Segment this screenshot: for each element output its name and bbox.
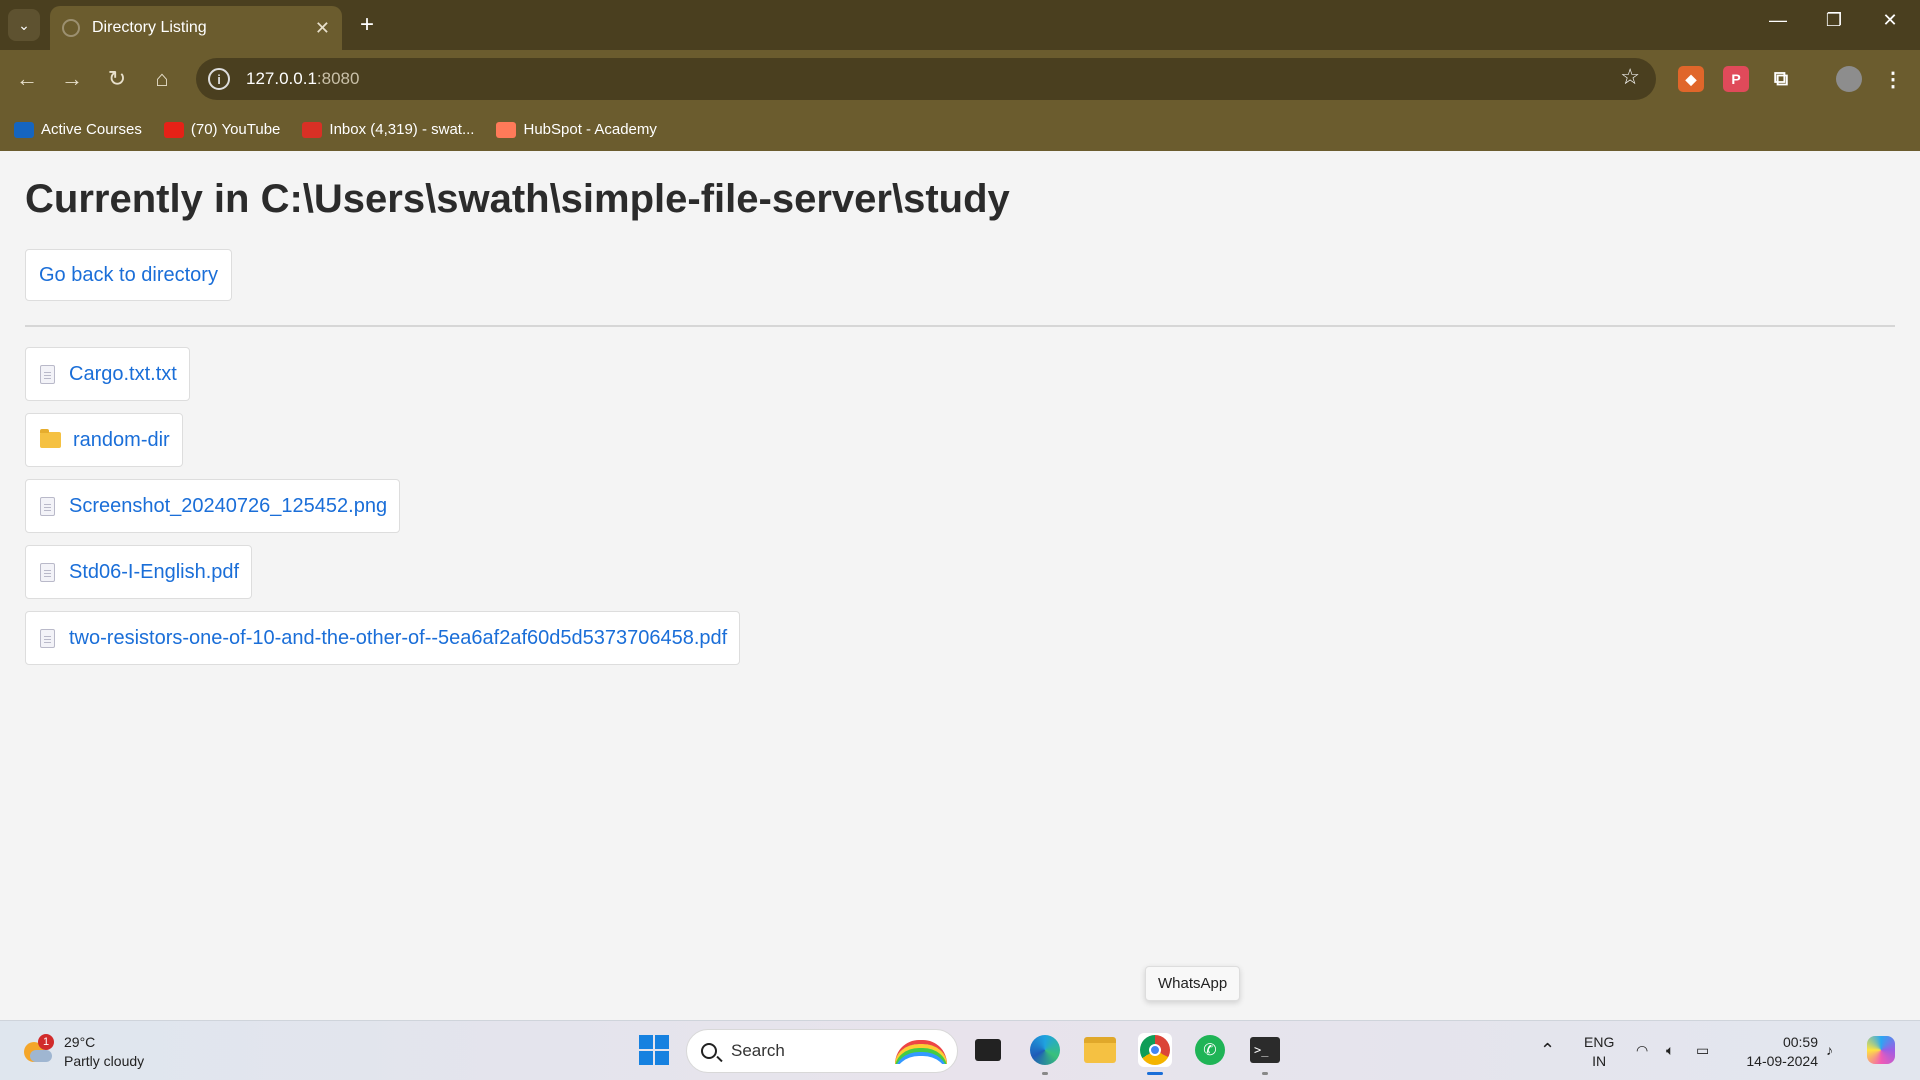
clock[interactable]: 00:59 14-09-2024 xyxy=(1738,1033,1818,1071)
copilot-icon[interactable] xyxy=(1864,1033,1898,1067)
entry-name: random-dir xyxy=(73,428,170,451)
globe-icon xyxy=(62,19,80,37)
extensions-puzzle-icon[interactable]: ⧉ xyxy=(1768,66,1794,92)
folder-link[interactable]: random-dir xyxy=(25,413,183,467)
search-highlight-icon xyxy=(895,1040,947,1064)
restore-icon[interactable]: ❐ xyxy=(1814,10,1854,31)
page-content: Currently in C:\Users\swath\simple-file-… xyxy=(0,151,1920,1020)
language-code: ENG xyxy=(1584,1034,1615,1050)
bookmark-item[interactable]: Active Courses xyxy=(14,121,142,138)
task-view-icon[interactable] xyxy=(971,1033,1005,1067)
file-link[interactable]: Cargo.txt.txt xyxy=(25,347,190,401)
bookmarks-bar: Active Courses (70) YouTube Inbox (4,319) … xyxy=(0,108,1920,151)
windows-icon xyxy=(639,1035,669,1065)
wifi-icon[interactable]: ◠ xyxy=(1636,1041,1648,1060)
file-link[interactable]: Std06-I-English.pdf xyxy=(25,545,253,599)
chrome-icon[interactable] xyxy=(1138,1033,1172,1075)
file-list: Cargo.txt.txt random-dir Screenshot_202407… xyxy=(25,347,741,677)
address-bar[interactable]: i 127.0.0.1:8080 ☆ xyxy=(196,58,1656,100)
document-icon xyxy=(40,496,55,516)
gmail-icon xyxy=(302,121,323,138)
bookmark-label: HubSpot - Academy xyxy=(523,121,657,138)
menu-kebab-icon[interactable]: ⋮ xyxy=(1880,66,1906,92)
tab-directory-listing[interactable]: Directory Listing ✕ xyxy=(50,6,342,50)
url-host: 127.0.0.1 xyxy=(246,69,317,88)
extension-p-icon[interactable]: P xyxy=(1723,66,1749,92)
taskbar: 1 29°C Partly cloudy Search ✆ >_ ⌃ ENG I… xyxy=(0,1020,1920,1080)
start-button[interactable] xyxy=(637,1033,671,1067)
edge-icon[interactable] xyxy=(1028,1033,1062,1075)
youtube-icon xyxy=(163,121,184,138)
divider xyxy=(25,325,1895,327)
temperature: 29°C xyxy=(64,1034,96,1050)
tab-strip: ⌄ Directory Listing ✕ + — ❐ ✕ xyxy=(0,0,1920,50)
language-indicator[interactable]: ENG IN xyxy=(1584,1033,1614,1071)
partly-cloudy-icon: 1 xyxy=(22,1034,54,1066)
document-icon xyxy=(40,364,55,384)
url-text[interactable]: 127.0.0.1:8080 xyxy=(246,69,359,89)
whatsapp-icon[interactable]: ✆ xyxy=(1193,1033,1227,1067)
bookmark-star-icon[interactable]: ☆ xyxy=(1620,64,1640,90)
file-link[interactable]: two-resistors-one-of-10-and-the-other-of… xyxy=(25,611,741,665)
bookmark-item[interactable]: (70) YouTube xyxy=(163,121,281,138)
forward-arrow-icon[interactable]: → xyxy=(57,64,87,94)
weather-widget[interactable]: 1 29°C Partly cloudy xyxy=(22,1033,144,1071)
folder-icon xyxy=(40,429,61,448)
entry-name: Cargo.txt.txt xyxy=(69,362,177,385)
close-tab-icon[interactable]: ✕ xyxy=(315,18,330,39)
metamask-extension-icon[interactable]: ◆ xyxy=(1678,66,1704,92)
entry-name: two-resistors-one-of-10-and-the-other-of… xyxy=(69,626,728,649)
entry-name: Std06-I-English.pdf xyxy=(69,560,240,583)
hubspot-icon xyxy=(496,121,517,138)
ep-icon xyxy=(14,121,34,138)
battery-icon[interactable]: ▭ xyxy=(1696,1041,1709,1060)
browser-toolbar: ← → ↻ ⌂ i 127.0.0.1:8080 ☆ ◆ P ⧉ ⋮ xyxy=(0,50,1920,108)
new-tab-icon[interactable]: + xyxy=(352,10,382,40)
document-icon xyxy=(40,562,55,582)
bookmark-item[interactable]: HubSpot - Academy xyxy=(496,121,657,138)
region-code: IN xyxy=(1592,1053,1607,1069)
notification-badge: 1 xyxy=(38,1034,54,1050)
notification-bell-icon[interactable]: ♪ xyxy=(1826,1041,1833,1060)
time: 00:59 xyxy=(1782,1034,1818,1050)
chevron-up-icon[interactable]: ⌃ xyxy=(1540,1041,1555,1060)
go-back-button[interactable]: Go back to directory xyxy=(25,249,232,301)
reload-icon[interactable]: ↻ xyxy=(102,64,132,94)
date: 14-09-2024 xyxy=(1746,1053,1818,1069)
tab-search-icon[interactable]: ⌄ xyxy=(8,9,40,41)
whatsapp-tooltip: WhatsApp xyxy=(1145,966,1241,1001)
tab-title: Directory Listing xyxy=(92,19,207,36)
home-icon[interactable]: ⌂ xyxy=(147,64,177,94)
back-arrow-icon[interactable]: ← xyxy=(12,64,42,94)
bookmark-label: Active Courses xyxy=(41,121,142,138)
search-icon xyxy=(701,1043,717,1059)
volume-icon[interactable]: 🔈︎ xyxy=(1666,1041,1674,1060)
minimize-icon[interactable]: — xyxy=(1758,10,1798,31)
bookmark-label: (70) YouTube xyxy=(190,121,281,138)
taskbar-search[interactable]: Search xyxy=(686,1029,958,1073)
document-icon xyxy=(40,628,55,648)
site-info-icon[interactable]: i xyxy=(208,68,230,90)
weather-condition: Partly cloudy xyxy=(64,1053,145,1069)
file-explorer-icon[interactable] xyxy=(1083,1033,1117,1067)
bookmark-item[interactable]: Inbox (4,319) - swat... xyxy=(302,121,474,138)
profile-avatar-icon[interactable] xyxy=(1836,66,1862,92)
close-window-icon[interactable]: ✕ xyxy=(1870,10,1910,31)
terminal-icon[interactable]: >_ xyxy=(1248,1033,1282,1075)
bookmark-label: Inbox (4,319) - swat... xyxy=(329,121,475,138)
url-port: :8080 xyxy=(316,69,360,88)
search-placeholder: Search xyxy=(731,1041,785,1060)
entry-name: Screenshot_20240726_125452.png xyxy=(69,494,388,517)
page-title: Currently in C:\Users\swath\simple-file-… xyxy=(25,177,1010,221)
file-link[interactable]: Screenshot_20240726_125452.png xyxy=(25,479,401,533)
